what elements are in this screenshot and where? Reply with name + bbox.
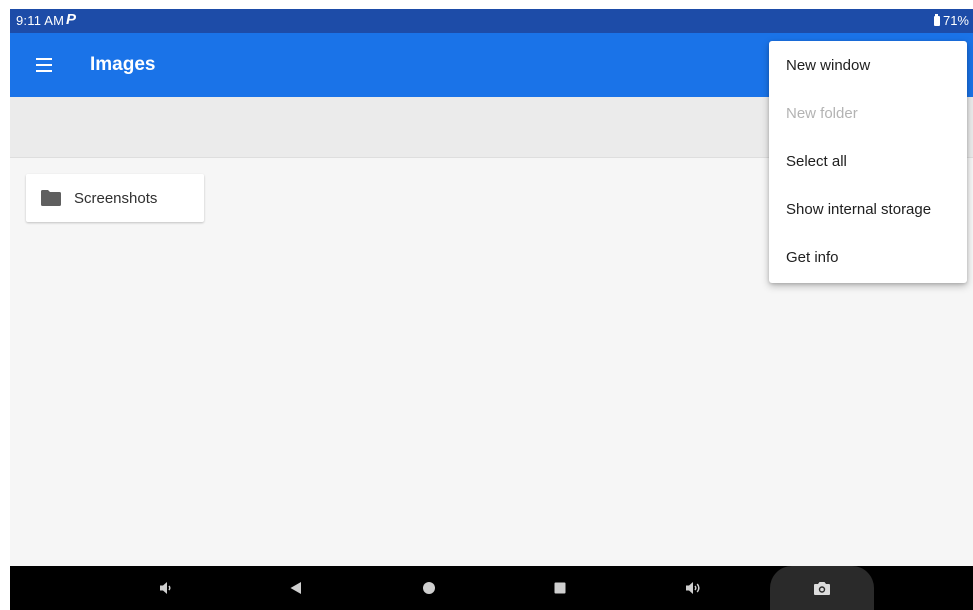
notification-p-icon: P [66,11,77,28]
menu-item-select-all[interactable]: Select all [769,138,967,186]
recents-button[interactable] [540,566,580,610]
volume-down-icon [160,582,171,594]
folder-item-screenshots[interactable]: Screenshots [26,174,204,222]
status-time: 9:11 AM [16,13,65,28]
overflow-menu: New window New folder Select all Show in… [769,41,967,283]
folder-label: Screenshots [74,190,158,207]
menu-item-show-internal-storage[interactable]: Show internal storage [769,186,967,234]
navigation-bar [10,566,973,610]
home-icon [423,582,435,594]
status-right-group: 71% [933,13,969,28]
menu-item-new-folder: New folder [786,105,858,122]
recents-icon [554,582,566,594]
volume-down-button[interactable] [146,566,186,610]
menu-item-get-info[interactable]: Get info [769,234,967,282]
battery-icon [933,13,940,26]
home-button[interactable] [409,566,449,610]
hamburger-menu-icon[interactable] [34,55,56,75]
page-title: Images [90,54,156,75]
screenshot-button[interactable] [802,566,842,610]
screenshot-camera-icon [814,582,830,595]
folder-icon [41,190,61,206]
menu-item-new-window[interactable]: New window [769,42,967,90]
volume-up-button[interactable] [674,566,714,610]
android-screen: 9:11 AM P 71% Images Screenshots New win… [10,9,973,610]
status-bar: 9:11 AM P 71% [10,9,973,33]
back-button[interactable] [276,566,316,610]
battery-percent: 71% [942,13,969,28]
back-icon [290,582,301,594]
volume-up-icon [686,582,700,594]
